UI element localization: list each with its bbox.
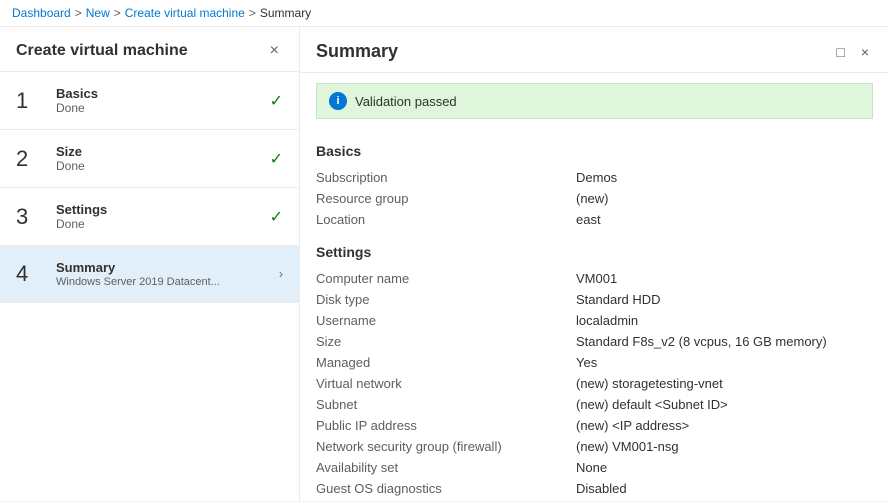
info-icon: i <box>329 92 347 110</box>
summary-title: Summary <box>316 41 398 62</box>
step-number-3: 3 <box>16 204 48 230</box>
table-row: Virtual network (new) storagetesting-vne… <box>316 373 873 394</box>
breadcrumb-sep-2: > <box>114 6 121 20</box>
breadcrumb-sep-3: > <box>249 6 256 20</box>
value-username: localadmin <box>576 313 638 328</box>
left-panel: Create virtual machine × 1 Basics Done ✓… <box>0 27 300 501</box>
step-number-4: 4 <box>16 261 48 287</box>
step-check-2: ✓ <box>270 149 283 169</box>
step-list: 1 Basics Done ✓ 2 Size Done ✓ 3 <box>0 72 299 501</box>
table-row: Disk type Standard HDD <box>316 289 873 310</box>
value-disk-type: Standard HDD <box>576 292 661 307</box>
step-status-1: Done <box>56 101 262 115</box>
breadcrumb-sep-1: > <box>75 6 82 20</box>
step-name-3: Settings <box>56 202 262 217</box>
step-number-2: 2 <box>16 146 48 172</box>
table-row: Computer name VM001 <box>316 268 873 289</box>
section-title-basics: Basics <box>316 143 873 159</box>
breadcrumb-new[interactable]: New <box>86 6 110 20</box>
validation-bar: i Validation passed <box>316 83 873 119</box>
step-item-1[interactable]: 1 Basics Done ✓ <box>0 72 299 130</box>
left-header: Create virtual machine × <box>0 27 299 72</box>
label-size: Size <box>316 334 576 349</box>
step-status-3: Done <box>56 217 262 231</box>
label-availability-set: Availability set <box>316 460 576 475</box>
label-subscription: Subscription <box>316 170 576 185</box>
value-public-ip: (new) <IP address> <box>576 418 689 433</box>
step-check-3: ✓ <box>270 207 283 227</box>
table-row: Guest OS diagnostics Disabled <box>316 478 873 499</box>
step-name-1: Basics <box>56 86 262 101</box>
value-computer-name: VM001 <box>576 271 617 286</box>
step-check-1: ✓ <box>270 91 283 111</box>
right-header-icons: □ × <box>832 42 873 62</box>
section-title-settings: Settings <box>316 244 873 260</box>
label-resource-group: Resource group <box>316 191 576 206</box>
label-managed: Managed <box>316 355 576 370</box>
step-status-2: Done <box>56 159 262 173</box>
value-availability-set: None <box>576 460 607 475</box>
step-item-4[interactable]: 4 Summary Windows Server 2019 Datacent..… <box>0 246 299 303</box>
table-row: Size Standard F8s_v2 (8 vcpus, 16 GB mem… <box>316 331 873 352</box>
basics-table: Subscription Demos Resource group (new) … <box>316 167 873 230</box>
step-content-2: Size Done <box>56 144 262 173</box>
breadcrumb: Dashboard > New > Create virtual machine… <box>0 0 889 27</box>
table-row: Boot diagnostics Enabled <box>316 499 873 501</box>
step-content-1: Basics Done <box>56 86 262 115</box>
label-location: Location <box>316 212 576 227</box>
right-panel: Summary □ × i Validation passed Basics S… <box>300 27 889 501</box>
label-guest-os: Guest OS diagnostics <box>316 481 576 496</box>
value-virtual-network: (new) storagetesting-vnet <box>576 376 723 391</box>
wizard-close-button[interactable]: × <box>266 41 283 61</box>
right-header: Summary □ × <box>300 27 889 73</box>
breadcrumb-summary: Summary <box>260 6 311 20</box>
validation-text: Validation passed <box>355 94 457 109</box>
step-name-2: Size <box>56 144 262 159</box>
table-row: Subscription Demos <box>316 167 873 188</box>
step-number-1: 1 <box>16 88 48 114</box>
value-resource-group: (new) <box>576 191 609 206</box>
main-container: Create virtual machine × 1 Basics Done ✓… <box>0 27 889 501</box>
maximize-button[interactable]: □ <box>832 42 848 62</box>
table-row: Subnet (new) default <Subnet ID> <box>316 394 873 415</box>
settings-table: Computer name VM001 Disk type Standard H… <box>316 268 873 501</box>
step-content-4: Summary Windows Server 2019 Datacent... <box>56 260 271 288</box>
label-nsg: Network security group (firewall) <box>316 439 576 454</box>
breadcrumb-dashboard[interactable]: Dashboard <box>12 6 71 20</box>
value-size: Standard F8s_v2 (8 vcpus, 16 GB memory) <box>576 334 827 349</box>
table-row: Username localadmin <box>316 310 873 331</box>
table-row: Network security group (firewall) (new) … <box>316 436 873 457</box>
table-row: Availability set None <box>316 457 873 478</box>
step-item-2[interactable]: 2 Size Done ✓ <box>0 130 299 188</box>
value-subnet: (new) default <Subnet ID> <box>576 397 728 412</box>
close-button[interactable]: × <box>857 42 873 62</box>
step-subtitle-4: Windows Server 2019 Datacent... <box>56 276 271 288</box>
label-computer-name: Computer name <box>316 271 576 286</box>
label-subnet: Subnet <box>316 397 576 412</box>
value-guest-os: Disabled <box>576 481 627 496</box>
value-subscription: Demos <box>576 170 617 185</box>
label-username: Username <box>316 313 576 328</box>
breadcrumb-create-vm[interactable]: Create virtual machine <box>125 6 245 20</box>
step-content-3: Settings Done <box>56 202 262 231</box>
step-name-4: Summary <box>56 260 271 275</box>
wizard-title: Create virtual machine <box>16 42 188 60</box>
table-row: Managed Yes <box>316 352 873 373</box>
table-row: Resource group (new) <box>316 188 873 209</box>
label-disk-type: Disk type <box>316 292 576 307</box>
value-nsg: (new) VM001-nsg <box>576 439 679 454</box>
value-managed: Yes <box>576 355 597 370</box>
table-row: Public IP address (new) <IP address> <box>316 415 873 436</box>
value-location: east <box>576 212 601 227</box>
label-virtual-network: Virtual network <box>316 376 576 391</box>
summary-content: Basics Subscription Demos Resource group… <box>300 129 889 501</box>
step-item-3[interactable]: 3 Settings Done ✓ <box>0 188 299 246</box>
table-row: Location east <box>316 209 873 230</box>
step-chevron-4: › <box>279 267 283 281</box>
label-public-ip: Public IP address <box>316 418 576 433</box>
